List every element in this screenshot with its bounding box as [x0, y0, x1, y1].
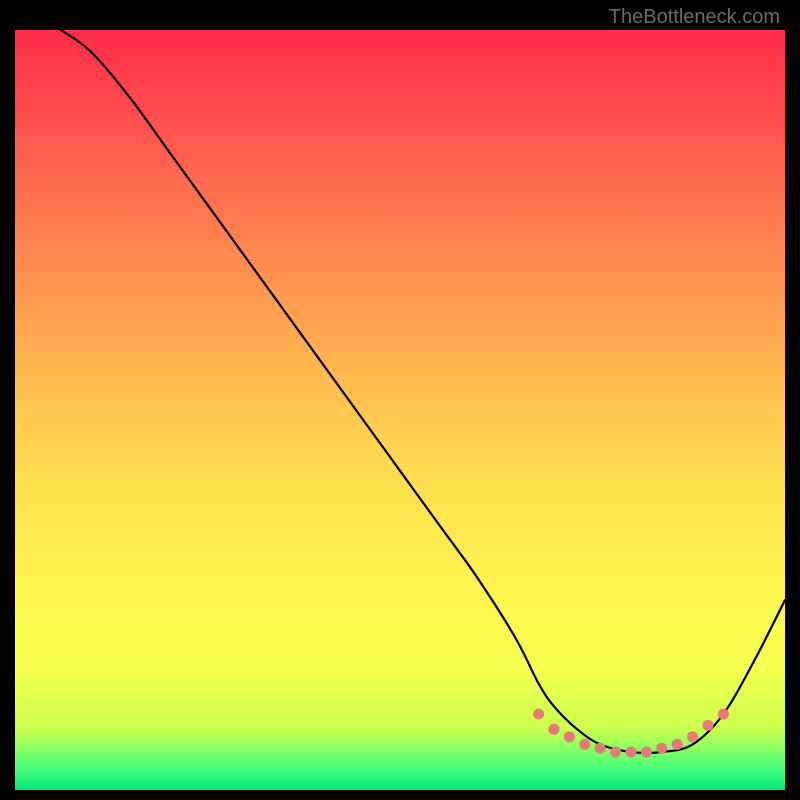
- watermark-text: TheBottleneck.com: [609, 6, 780, 29]
- chart-background: [15, 30, 785, 790]
